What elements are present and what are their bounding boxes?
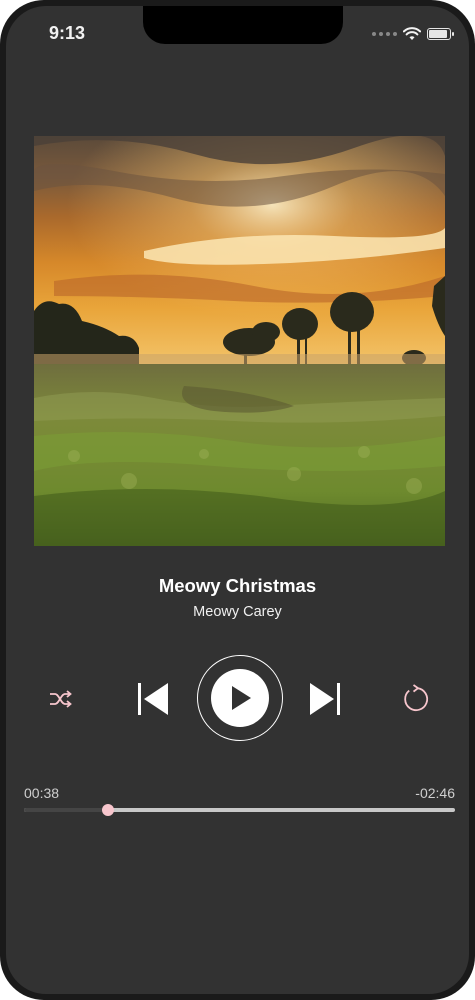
repeat-icon	[404, 684, 429, 712]
track-title: Meowy Christmas	[158, 575, 317, 596]
time-elapsed: 00:38	[24, 785, 60, 801]
shuffle-icon	[50, 690, 72, 708]
track-artist: Meowy Carey	[193, 604, 282, 620]
phone-frame: 9:13 Meowy Christmas Meowy Carey 00:38 -…	[0, 0, 475, 1000]
progress-thumb[interactable]	[102, 804, 115, 816]
album-art	[34, 136, 445, 546]
repeat-button[interactable]	[398, 681, 434, 717]
wifi-icon	[403, 27, 421, 40]
camera-notch	[143, 6, 343, 44]
previous-button[interactable]	[134, 679, 172, 719]
cellular-dots-icon	[372, 32, 397, 36]
progress-slider[interactable]	[24, 804, 455, 816]
status-icons	[372, 26, 454, 42]
time-remaining: -02:46	[415, 785, 455, 801]
play-button-ring	[197, 655, 283, 741]
progress-elapsed-bar	[24, 808, 109, 812]
shuffle-button[interactable]	[46, 684, 76, 714]
play-button[interactable]	[196, 654, 284, 742]
next-button[interactable]	[306, 679, 344, 719]
battery-icon	[427, 28, 454, 40]
skip-next-icon	[310, 683, 340, 715]
play-icon	[232, 686, 251, 710]
status-time: 9:13	[49, 23, 86, 43]
player-screen: 9:13 Meowy Christmas Meowy Carey 00:38 -…	[6, 6, 469, 994]
play-button-disc	[211, 669, 269, 727]
skip-previous-icon	[138, 683, 168, 715]
